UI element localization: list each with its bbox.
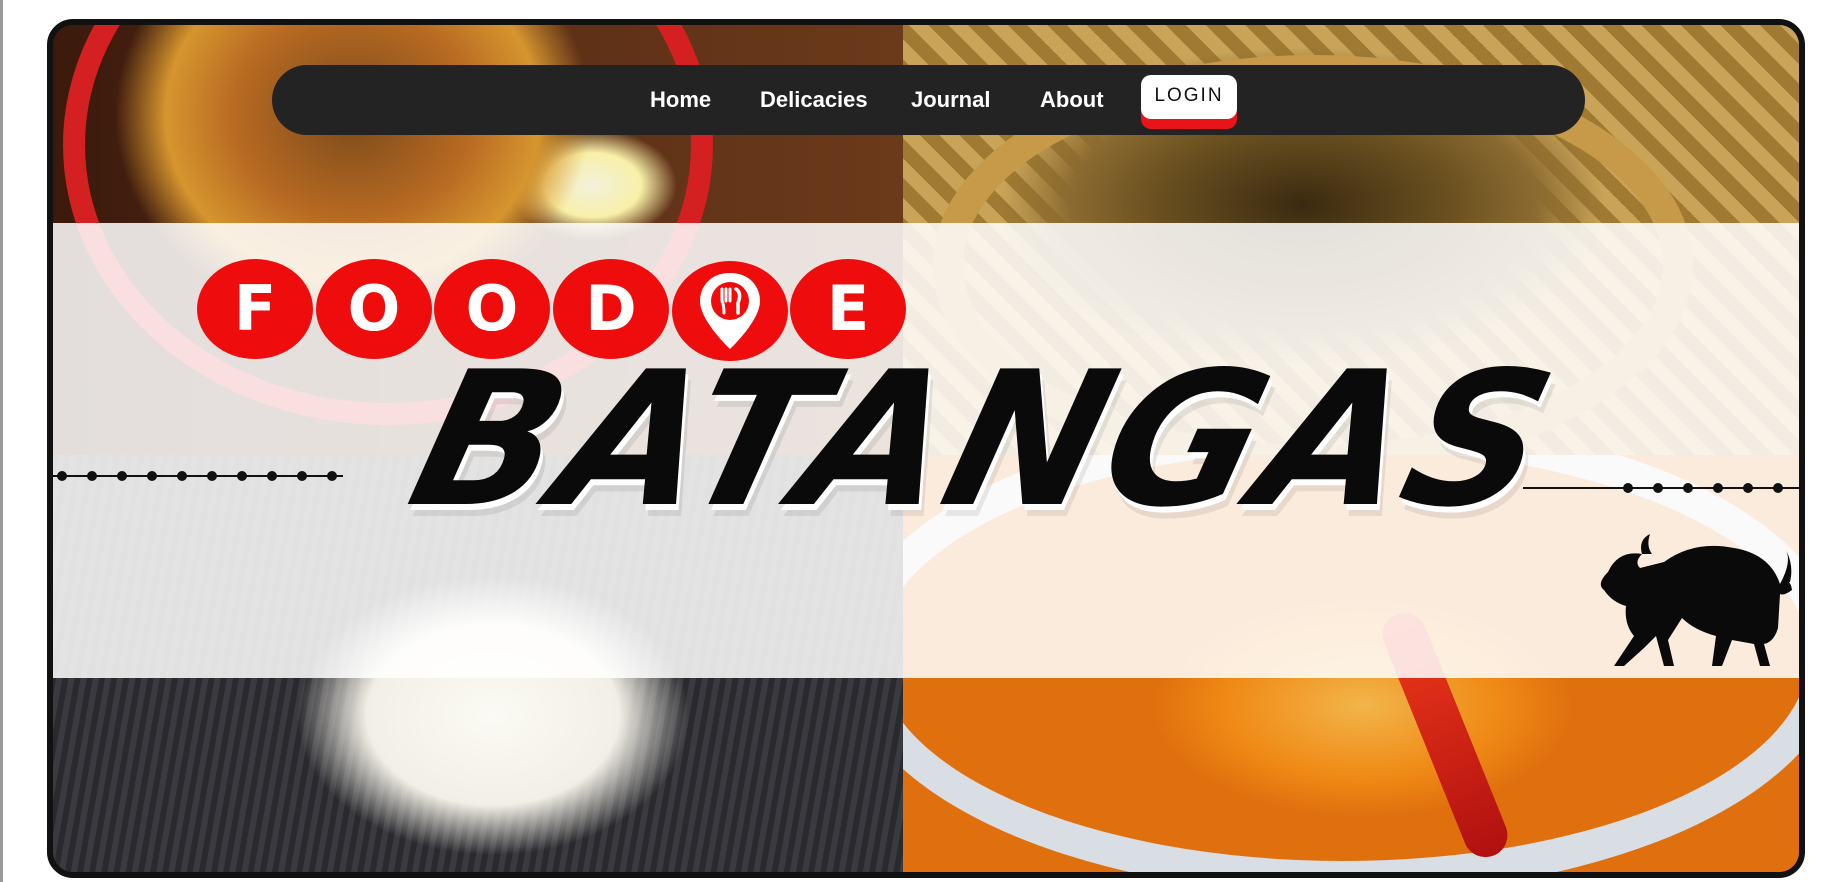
nav-about[interactable]: About [1040,65,1104,135]
hero-frame: Home Delicacies Journal About LOGIN F O … [47,19,1805,878]
nav-journal[interactable]: Journal [911,65,990,135]
logo-letter-f: F [197,259,313,359]
hero-title: BATANGAS [392,331,1574,548]
login-button[interactable]: LOGIN [1141,75,1237,119]
page-left-edge [0,0,3,882]
bull-icon [1600,534,1792,666]
nav-home[interactable]: Home [650,65,711,135]
nav-delicacies[interactable]: Delicacies [760,65,868,135]
